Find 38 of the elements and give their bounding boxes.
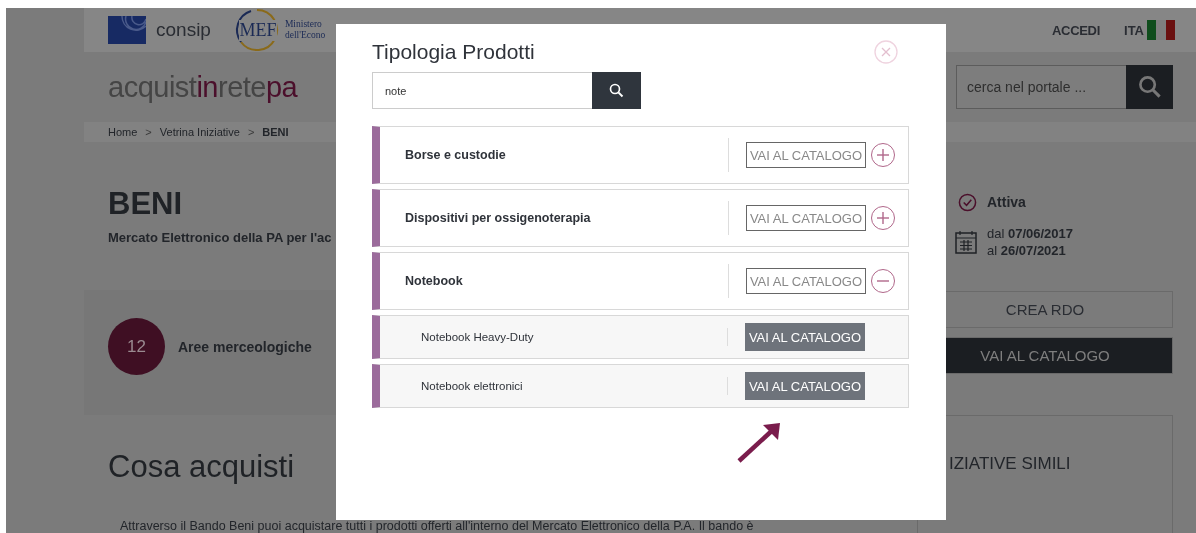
date-text: al 26/07/2021	[987, 243, 1067, 258]
paragraph: Attraverso il Bando Beni puoi acquistare tutti i prodotti offerti all'interno del Mercato Elettronico della P.A. Il bando è	[120, 519, 754, 533]
category-label: Notebook	[405, 274, 464, 288]
category-row[interactable]: Borse e custodie VAI AL CATALOGO	[372, 126, 909, 184]
breadcrumb-separator: >	[247, 126, 255, 138]
catalog-button[interactable]: VAI AL CATALOGO	[745, 323, 865, 351]
ministry-logo: MEF	[238, 19, 277, 41]
breadcrumb-separator: >	[145, 126, 152, 138]
category-label: Dispositivi per ossigenoterapia	[405, 211, 592, 225]
date-text: dal 07/06/2017	[987, 226, 1074, 241]
breadcrumb-link[interactable]: Home	[108, 126, 138, 138]
count-label: Aree merceologiche	[178, 338, 312, 355]
subcategory-row[interactable]: Notebook elettronici VAI AL CATALOGO	[372, 364, 909, 408]
panel-title: IZIATIVE SIMILI	[949, 454, 1071, 473]
catalog-button[interactable]: VAI AL CATALOGO	[746, 205, 866, 231]
catalog-button[interactable]: VAI AL CATALOGO	[746, 268, 866, 294]
breadcrumb-link[interactable]: Vetrina Iniziative	[159, 126, 240, 138]
category-label: Borse e custodie	[405, 148, 507, 162]
section-title: Cosa acquisti	[108, 449, 295, 486]
language-label[interactable]: ITA	[1124, 22, 1144, 38]
modal-title: Tipologia Prodotti	[372, 40, 535, 64]
catalog-button[interactable]: VAI AL CATALOGO	[745, 372, 865, 400]
category-row[interactable]: Notebook VAI AL CATALOGO	[372, 252, 909, 310]
subcategory-label: Notebook elettronici	[421, 380, 524, 392]
ministry-name: Ministero dell'Econo	[284, 19, 326, 41]
catalog-button[interactable]: VAI AL CATALOGO	[746, 142, 866, 168]
category-row[interactable]: Dispositivi per ossigenoterapia VAI AL CATALOGO	[372, 189, 909, 247]
count-badge: 12	[108, 318, 165, 375]
brand-name: consip	[156, 19, 211, 41]
status-label: Attiva	[987, 194, 1026, 210]
page-title: BENI	[108, 186, 183, 222]
login-link[interactable]: ACCEDI	[1051, 22, 1100, 38]
portal-search-field[interactable]: cerca nel portale ...	[956, 65, 1126, 109]
subcategory-label: Notebook Heavy-Duty	[421, 331, 535, 343]
subcategory-row[interactable]: Notebook Heavy-Duty VAI AL CATALOGO	[372, 315, 909, 359]
page-subtitle: Mercato Elettronico della PA per l'ac	[108, 230, 332, 247]
product-search-field[interactable]: note	[372, 72, 592, 109]
breadcrumb-link[interactable]: BENI	[262, 126, 289, 138]
